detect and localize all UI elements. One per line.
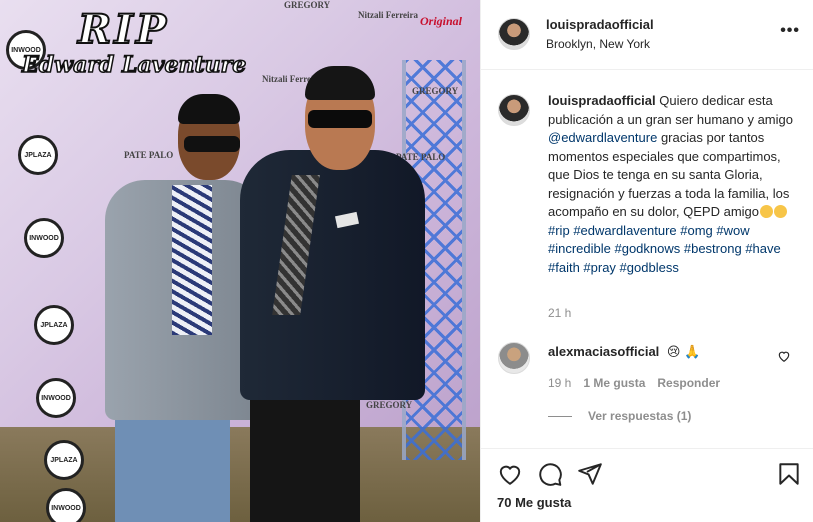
- caption-timestamp[interactable]: 21 h: [548, 306, 571, 320]
- comment-reply-button[interactable]: Responder: [657, 376, 720, 390]
- backdrop-logo: INWOOD: [46, 488, 86, 522]
- backdrop-logo: INWOOD: [36, 378, 76, 418]
- replies-divider: [548, 415, 572, 417]
- person-right-sunglasses: [308, 110, 372, 128]
- comment-username[interactable]: alexmaciasofficial: [548, 344, 659, 359]
- backdrop-text: Original: [420, 14, 463, 28]
- post-photo[interactable]: INWOOD JPLAZA INWOOD JPLAZA INWOOD JPLAZ…: [0, 0, 480, 522]
- post-side-panel: louispradaofficial Brooklyn, New York ••…: [480, 0, 813, 522]
- caption-hashtag[interactable]: #edwardlaventure #omg #wow: [573, 223, 749, 238]
- photo-overlay-title: RIP: [77, 5, 170, 54]
- photo-overlay-name: Edward Laventure: [21, 51, 247, 79]
- backdrop-logo: INWOOD: [24, 218, 64, 258]
- caption-username[interactable]: louispradaofficial: [548, 93, 656, 108]
- more-horizontal-icon[interactable]: •••: [780, 22, 800, 40]
- share-icon[interactable]: [577, 461, 603, 487]
- backdrop-text: GREGORY: [412, 86, 459, 96]
- person-right-suit: [240, 150, 425, 400]
- sad-emoji-icon: [774, 205, 788, 218]
- comment: alexmaciasofficial 😢 🙏: [548, 344, 700, 360]
- post-header: louispradaofficial Brooklyn, New York ••…: [481, 0, 813, 70]
- person-right-hair: [305, 66, 375, 100]
- header-username[interactable]: louispradaofficial: [546, 17, 654, 32]
- post-actions: 70 Me gusta: [481, 448, 813, 522]
- view-replies-button[interactable]: Ver respuestas (1): [548, 409, 691, 423]
- backdrop-text: PATE PALO: [124, 150, 174, 160]
- comment-avatar[interactable]: [498, 342, 530, 374]
- backdrop-logo: JPLAZA: [44, 440, 84, 480]
- comment-icon[interactable]: [537, 461, 563, 487]
- comment-text: 😢 🙏: [666, 344, 701, 359]
- backdrop-text: GREGORY: [366, 400, 413, 410]
- caption-mention[interactable]: @edwardlaventure: [548, 130, 657, 145]
- comment-likes[interactable]: 1 Me gusta: [583, 376, 645, 390]
- backdrop-logo: JPLAZA: [18, 135, 58, 175]
- backdrop-logo: JPLAZA: [34, 305, 74, 345]
- likes-count[interactable]: 70 Me gusta: [497, 495, 571, 510]
- caption-hashtag[interactable]: #incredible #godknows #bestrong: [548, 241, 742, 256]
- person-left-shirt: [172, 185, 212, 335]
- backdrop-text: Nitzali Ferreira: [358, 10, 419, 20]
- sad-emoji-icon: [760, 205, 774, 218]
- comment-timestamp[interactable]: 19 h: [548, 376, 571, 390]
- post-caption: louispradaofficial Quiero dedicar esta p…: [548, 92, 798, 277]
- caption-hashtag[interactable]: #rip: [548, 223, 570, 238]
- caption-avatar[interactable]: [498, 94, 530, 126]
- header-location[interactable]: Brooklyn, New York: [546, 37, 650, 51]
- avatar[interactable]: [498, 18, 530, 50]
- bookmark-icon[interactable]: [776, 461, 802, 487]
- comment-meta: 19 h 1 Me gusta Responder: [548, 376, 720, 390]
- backdrop-text: GREGORY: [284, 0, 331, 10]
- person-right-legs: [250, 380, 360, 522]
- person-left-hair: [178, 94, 240, 124]
- view-replies-label: Ver respuestas (1): [588, 409, 692, 423]
- person-left-sunglasses: [184, 136, 240, 152]
- heart-icon[interactable]: [497, 461, 523, 487]
- heart-icon[interactable]: [777, 349, 791, 363]
